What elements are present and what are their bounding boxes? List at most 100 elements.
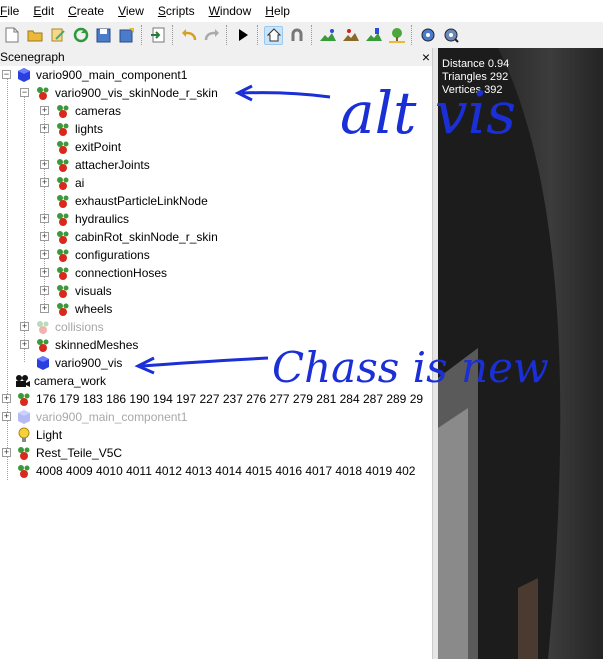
tree-row[interactable]: + ai — [40, 174, 84, 192]
viewport-stats: Distance 0.94 Triangles 292 Vertices 392 — [442, 58, 509, 97]
tree-row[interactable]: + configurations — [40, 246, 150, 264]
menu-view[interactable]: View — [118, 0, 151, 22]
tree-row[interactable]: exhaustParticleLinkNode — [40, 192, 208, 210]
tree-row[interactable]: 4008 4009 4010 4011 4012 4013 4014 4015 … — [0, 462, 415, 480]
tree-node-label: visuals — [75, 284, 112, 298]
magnet-icon[interactable] — [287, 26, 306, 45]
cube-icon — [18, 68, 30, 82]
cube-icon — [18, 410, 30, 424]
tree-node-label: 4008 4009 4010 4011 4012 4013 4014 4015 … — [36, 464, 416, 478]
stat-triangles: Triangles 292 — [442, 71, 509, 83]
tree-row[interactable]: + skinnedMeshes — [20, 336, 138, 354]
toolbar-separator — [141, 25, 143, 45]
collapse-toggle[interactable]: − — [20, 88, 29, 97]
transform-group-icon — [57, 231, 69, 244]
tree-node-label: lights — [75, 122, 104, 136]
menu-help[interactable]: Help — [265, 0, 297, 22]
3d-viewport[interactable]: Distance 0.94 Triangles 292 Vertices 392 — [438, 48, 603, 659]
tree-node-label: vario900_main_component1 — [36, 68, 188, 82]
expand-toggle[interactable]: + — [40, 286, 49, 295]
edit-file-icon[interactable] — [48, 26, 67, 45]
tree-row[interactable]: + collisions — [20, 318, 104, 336]
camera-icon — [16, 375, 30, 387]
gear-sync-icon[interactable] — [418, 26, 437, 45]
tree-node-label: hydraulics — [75, 212, 130, 226]
tree-node-label: camera_work — [34, 374, 107, 388]
expand-toggle[interactable]: + — [40, 250, 49, 259]
expand-toggle[interactable]: + — [2, 412, 11, 421]
transform-group-icon — [18, 465, 30, 478]
transform-group-icon — [57, 303, 69, 316]
menu-create[interactable]: Create — [68, 0, 111, 22]
expand-toggle[interactable]: + — [2, 448, 11, 457]
save-as-icon[interactable] — [117, 26, 136, 45]
refresh-icon[interactable] — [71, 26, 90, 45]
tree-row[interactable]: vario900_vis — [20, 354, 122, 372]
transform-group-icon — [18, 447, 30, 460]
stat-distance: Distance 0.94 — [442, 58, 510, 70]
new-file-icon[interactable] — [2, 26, 21, 45]
tree-node-label: vario900_vis_skinNode_r_skin — [55, 86, 218, 100]
import-icon[interactable] — [148, 26, 167, 45]
expand-toggle[interactable]: + — [20, 340, 29, 349]
play-icon[interactable] — [233, 26, 252, 45]
transform-group-icon — [57, 267, 69, 280]
menu-edit[interactable]: Edit — [33, 0, 61, 22]
expand-toggle[interactable]: + — [40, 268, 49, 277]
tree-row[interactable]: + visuals — [40, 282, 112, 300]
expand-toggle[interactable]: + — [20, 322, 29, 331]
tree-row[interactable]: − vario900_vis_skinNode_r_skin — [20, 84, 218, 102]
home-icon[interactable] — [264, 25, 283, 45]
expand-toggle[interactable]: + — [40, 106, 49, 115]
tree-row[interactable]: + attacherJoints — [40, 156, 150, 174]
tree-row[interactable]: + hydraulics — [40, 210, 129, 228]
foliage-paint-icon[interactable] — [364, 26, 383, 45]
tree-placement-icon[interactable] — [387, 26, 406, 45]
stat-vertices: Vertices 392 — [442, 84, 503, 96]
tree-row[interactable]: + cabinRot_skinNode_r_skin — [40, 228, 218, 246]
expand-toggle[interactable]: + — [40, 304, 49, 313]
menu-scripts[interactable]: Scripts — [158, 0, 202, 22]
undo-icon[interactable] — [179, 26, 198, 45]
tree-row[interactable]: + lights — [40, 120, 103, 138]
transform-group-icon — [57, 105, 69, 118]
collapse-toggle[interactable]: − — [2, 70, 11, 79]
open-folder-icon[interactable] — [25, 26, 44, 45]
menu-file[interactable]: File — [0, 0, 26, 22]
tree-row[interactable]: camera_work — [0, 372, 106, 390]
terrain-sculpt-icon[interactable] — [341, 26, 360, 45]
tree-row[interactable]: − vario900_main_component1 — [0, 66, 187, 84]
transform-group-icon — [37, 339, 49, 352]
expand-toggle[interactable]: + — [40, 214, 49, 223]
transform-group-icon — [57, 249, 69, 262]
gear-settings-icon[interactable] — [441, 26, 460, 45]
tree-node-label: Rest_Teile_V5C — [36, 446, 123, 460]
scenegraph-header: Scenegraph × — [0, 48, 438, 67]
terrain-paint-icon[interactable] — [318, 26, 337, 45]
close-icon[interactable]: × — [422, 48, 430, 66]
tree-row[interactable]: + wheels — [40, 300, 112, 318]
toolbar — [0, 22, 603, 49]
tree-row[interactable]: exitPoint — [40, 138, 121, 156]
expand-toggle[interactable]: + — [40, 178, 49, 187]
menu-window[interactable]: Window — [209, 0, 259, 22]
tree-row[interactable]: +176 179 183 186 190 194 197 227 237 276… — [0, 390, 423, 408]
transform-group-icon — [18, 393, 30, 406]
expand-toggle[interactable]: + — [2, 394, 11, 403]
tree-row[interactable]: Light — [0, 426, 62, 444]
transform-group-icon — [57, 285, 69, 298]
tree-node-label: attacherJoints — [75, 158, 150, 172]
tree-row[interactable]: + connectionHoses — [40, 264, 167, 282]
tree-row[interactable]: + cameras — [40, 102, 121, 120]
expand-toggle[interactable]: + — [40, 232, 49, 241]
tree-row[interactable]: + Rest_Teile_V5C — [0, 444, 122, 462]
redo-icon[interactable] — [202, 26, 221, 45]
save-icon[interactable] — [94, 26, 113, 45]
tree-row[interactable]: + vario900_main_component1 — [0, 408, 187, 426]
transform-group-icon — [57, 177, 69, 190]
tree-node-label: collisions — [55, 320, 104, 334]
toolbar-separator — [172, 25, 174, 45]
expand-toggle[interactable]: + — [40, 124, 49, 133]
toolbar-separator — [411, 25, 413, 45]
expand-toggle[interactable]: + — [40, 160, 49, 169]
